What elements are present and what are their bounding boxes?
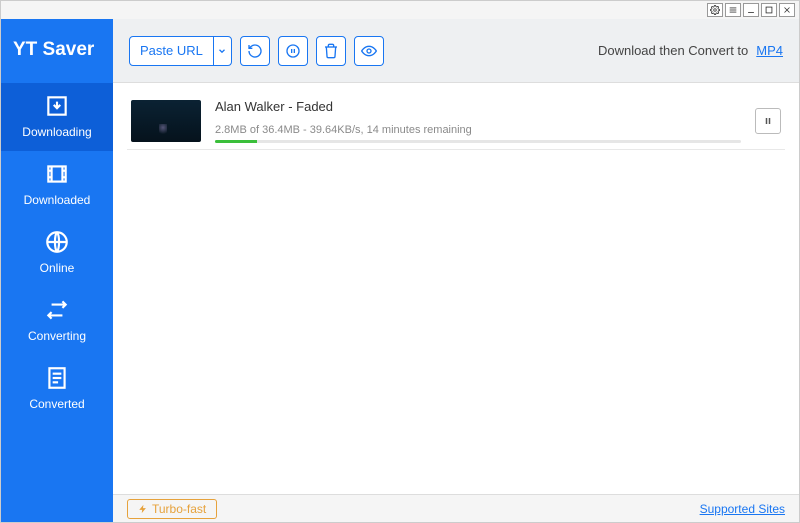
thumbnail	[131, 100, 201, 142]
pause-icon	[285, 43, 301, 59]
sidebar-item-label: Downloading	[22, 125, 91, 139]
download-icon	[44, 93, 70, 119]
download-status: 2.8MB of 36.4MB - 39.64KB/s, 14 minutes …	[215, 124, 741, 136]
lightning-icon	[138, 504, 148, 514]
preview-button[interactable]	[354, 36, 384, 66]
supported-sites-link[interactable]: Supported Sites	[700, 502, 785, 516]
titlebar	[1, 1, 799, 19]
paste-url-dropdown[interactable]	[213, 37, 231, 65]
globe-icon	[44, 229, 70, 255]
sidebar-item-downloaded[interactable]: Downloaded	[1, 151, 113, 219]
paste-url-label: Paste URL	[130, 43, 213, 58]
film-icon	[44, 161, 70, 187]
sidebar-item-label: Downloaded	[24, 193, 91, 207]
pause-icon	[762, 115, 774, 127]
refresh-icon	[247, 43, 263, 59]
close-button[interactable]	[779, 3, 795, 17]
sidebar-item-label: Converted	[29, 397, 84, 411]
download-list: Alan Walker - Faded 2.8MB of 36.4MB - 39…	[113, 83, 799, 494]
sidebar-item-label: Online	[40, 261, 75, 275]
toolbar: Paste URL Download then Convert to MP4	[113, 19, 799, 83]
download-item: Alan Walker - Faded 2.8MB of 36.4MB - 39…	[127, 93, 785, 150]
resume-all-button[interactable]	[240, 36, 270, 66]
minimize-button[interactable]	[743, 3, 759, 17]
sidebar: YT Saver Downloading Downloaded Online C…	[1, 19, 113, 522]
convert-icon	[44, 297, 70, 323]
convert-label: Download then Convert to	[598, 43, 748, 58]
settings-button[interactable]	[707, 3, 723, 17]
progress-fill	[215, 140, 257, 143]
app-logo: YT Saver	[1, 19, 113, 83]
sidebar-item-converting[interactable]: Converting	[1, 287, 113, 355]
progress-bar	[215, 140, 741, 143]
delete-button[interactable]	[316, 36, 346, 66]
document-icon	[44, 365, 70, 391]
trash-icon	[323, 43, 339, 59]
sidebar-item-online[interactable]: Online	[1, 219, 113, 287]
pause-item-button[interactable]	[755, 108, 781, 134]
sidebar-item-converted[interactable]: Converted	[1, 355, 113, 423]
sidebar-item-downloading[interactable]: Downloading	[1, 83, 113, 151]
maximize-button[interactable]	[761, 3, 777, 17]
paste-url-button[interactable]: Paste URL	[129, 36, 232, 66]
eye-icon	[361, 43, 377, 59]
turbo-label: Turbo-fast	[152, 502, 206, 516]
download-title: Alan Walker - Faded	[215, 99, 741, 114]
sidebar-item-label: Converting	[28, 329, 86, 343]
pause-all-button[interactable]	[278, 36, 308, 66]
menu-button[interactable]	[725, 3, 741, 17]
footer: Turbo-fast Supported Sites	[113, 494, 799, 522]
turbo-fast-button[interactable]: Turbo-fast	[127, 499, 217, 519]
format-select[interactable]: MP4	[756, 43, 783, 58]
